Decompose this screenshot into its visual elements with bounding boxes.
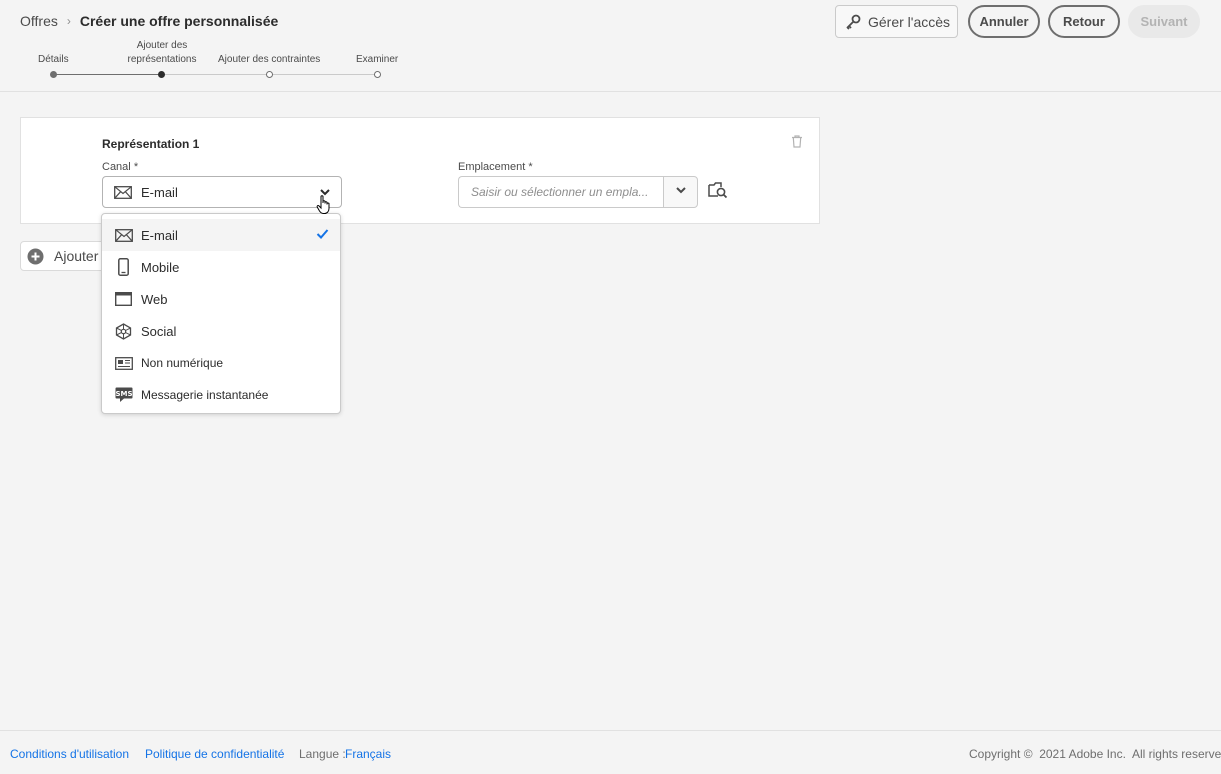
email-icon (114, 185, 132, 199)
language-selector-link[interactable]: Français (345, 747, 391, 761)
cancel-button[interactable]: Annuler (968, 5, 1040, 38)
page-title: Créer une offre personnalisée (79, 13, 279, 29)
placement-dropdown-button[interactable] (663, 176, 698, 208)
privacy-policy-link[interactable]: Politique de confidentialité (145, 747, 284, 761)
channel-option-label: Messagerie instantanée (141, 388, 269, 402)
language-label: Langue : (299, 747, 346, 761)
page-header: Offres › Créer une offre personnalisée G… (0, 0, 1221, 92)
step-label-constraints: Ajouter des contraintes (218, 54, 321, 65)
channel-label-text: Canal (102, 161, 131, 173)
checkmark-icon (316, 228, 329, 243)
channel-option-label: E-mail (141, 227, 178, 243)
trash-icon[interactable] (791, 135, 803, 153)
breadcrumb-separator: › (66, 14, 71, 28)
channel-select[interactable]: E-mail (102, 176, 342, 208)
channel-option-label: Web (141, 291, 168, 307)
mobile-icon (114, 258, 133, 276)
step-dot-representations (158, 71, 165, 78)
back-button[interactable]: Retour (1048, 5, 1120, 38)
step-label-details: Détails (38, 54, 69, 65)
step-dot-review (374, 71, 381, 78)
add-circle-icon (27, 248, 44, 265)
placement-label: Emplacement * (458, 161, 533, 173)
channel-option-label: Social (141, 323, 177, 339)
channel-option-social[interactable]: Social (102, 315, 340, 347)
key-icon (844, 13, 862, 31)
required-mark: * (133, 161, 139, 173)
hand-cursor-icon (316, 195, 332, 220)
placement-label-text: Emplacement (458, 161, 526, 173)
step-label-representations: Ajouter des représentations (122, 39, 202, 67)
browse-folder-icon[interactable] (708, 181, 728, 204)
add-representation-label: Ajouter (54, 248, 99, 264)
breadcrumb-parent-link[interactable]: Offres (20, 13, 58, 29)
sms-icon: SMS (114, 387, 133, 403)
step-label-review: Examiner (356, 54, 399, 65)
email-icon (114, 228, 133, 242)
channel-option-mobile[interactable]: Mobile (102, 251, 340, 283)
manage-access-label: Gérer l'accès (868, 13, 951, 30)
page-footer: Conditions d'utilisation Politique de co… (0, 730, 1221, 774)
terms-of-use-link[interactable]: Conditions d'utilisation (10, 747, 129, 761)
step-dot-details (50, 71, 57, 78)
copyright-text: Copyright © 2021 Adobe Inc. All rights r… (969, 747, 1221, 761)
representation-title: Représentation 1 (102, 137, 200, 151)
channel-option-label: Non numérique (141, 356, 224, 370)
breadcrumb: Offres › Créer une offre personnalisée (20, 13, 278, 29)
channel-option-email[interactable]: E-mail (102, 219, 340, 251)
required-mark: * (528, 161, 533, 173)
manage-access-button[interactable]: Gérer l'accès (835, 5, 958, 38)
channel-label: Canal * (102, 161, 138, 173)
representation-card: Représentation 1 Canal * E-mail Emplacem… (20, 117, 820, 224)
channel-option-non-digital[interactable]: Non numérique (102, 347, 340, 379)
web-icon (114, 292, 133, 306)
stepper-line-completed (53, 74, 161, 75)
step-label-line2: représentations (127, 54, 197, 65)
step-label-line1: Ajouter des (136, 40, 188, 51)
channel-option-label: Mobile (141, 259, 180, 275)
step-dot-constraints (266, 71, 273, 78)
non-digital-icon (114, 356, 133, 370)
channel-select-value: E-mail (141, 184, 178, 200)
channel-option-web[interactable]: Web (102, 283, 340, 315)
social-icon (114, 322, 133, 340)
progress-stepper: Détails Ajouter des représentations Ajou… (0, 36, 420, 86)
channel-option-instant-messaging[interactable]: SMS Messagerie instantanée (102, 379, 340, 411)
next-button[interactable]: Suivant (1128, 5, 1200, 38)
channel-dropdown-menu: E-mail Mobile Web Social Non numérique S… (101, 213, 341, 414)
chevron-down-icon (675, 183, 687, 201)
svg-text:SMS: SMS (115, 390, 132, 398)
placement-input[interactable]: Saisir ou sélectionner un empla... (458, 176, 663, 208)
